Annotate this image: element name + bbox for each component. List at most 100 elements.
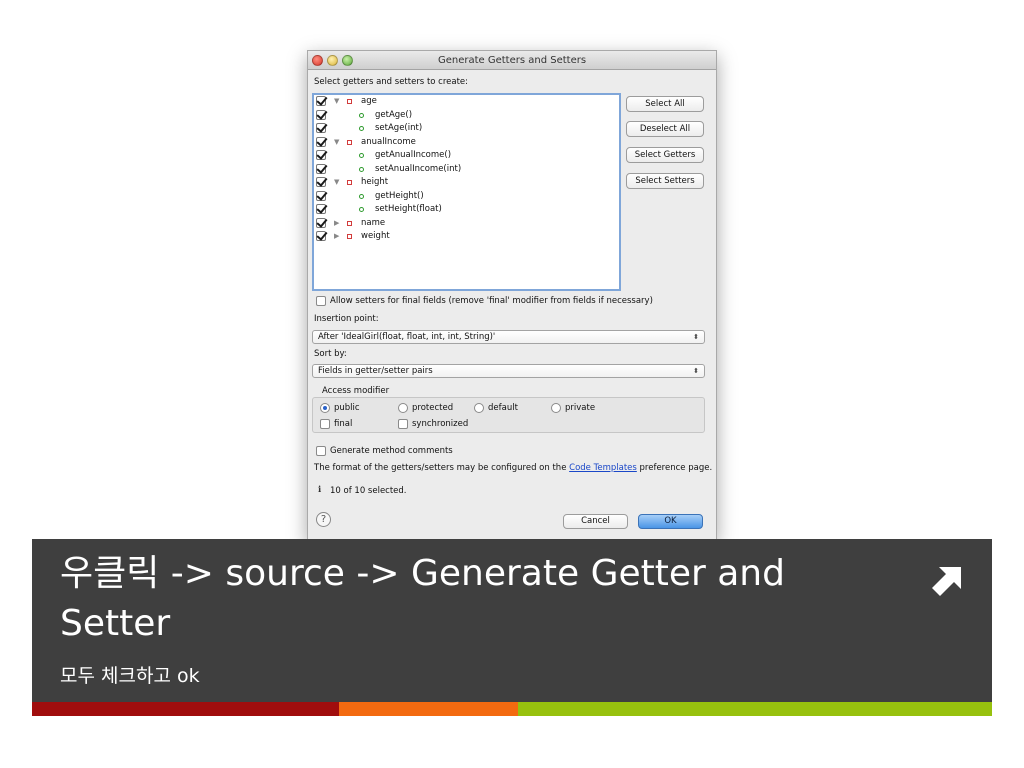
select-all-button[interactable]: Select All xyxy=(626,96,704,112)
member-label: getHeight() xyxy=(375,190,424,201)
stripe-orange xyxy=(339,702,518,716)
generate-comments-label: Generate method comments xyxy=(330,446,453,456)
select-arrows-icon: ⬍ xyxy=(693,367,699,375)
member-checkbox[interactable] xyxy=(316,136,326,147)
tree-field-row[interactable]: ▼ anualIncome xyxy=(314,136,619,150)
default-label: default xyxy=(488,403,518,413)
protected-label: protected xyxy=(412,403,454,413)
public-label: public xyxy=(334,403,360,413)
member-checkbox[interactable] xyxy=(316,123,326,133)
tree-rows: ▼ age getAge() setAge(int) ▼ anualIncome getAn… xyxy=(314,95,619,244)
selection-status: 10 of 10 selected. xyxy=(330,486,407,496)
generate-comments-checkbox[interactable] xyxy=(316,446,326,456)
select-getters-button[interactable]: Select Getters xyxy=(626,147,704,163)
public-method-icon xyxy=(359,126,364,131)
cancel-button[interactable]: Cancel xyxy=(563,514,628,529)
member-label: setAge(int) xyxy=(375,123,423,133)
code-templates-link[interactable]: Code Templates xyxy=(569,463,637,473)
format-note: The format of the getters/setters may be… xyxy=(314,463,712,473)
protected-radio[interactable] xyxy=(398,403,408,413)
caption-headline: 우클릭 -> source -> Generate Getter and Set… xyxy=(60,553,785,644)
allow-final-checkbox[interactable] xyxy=(316,296,326,306)
final-label: final xyxy=(334,419,353,429)
tree-method-row[interactable]: getHeight() xyxy=(314,190,619,204)
synchronized-checkbox[interactable] xyxy=(398,419,408,429)
sort-by-value: Fields in getter/setter pairs xyxy=(318,366,433,376)
member-label: getAge() xyxy=(375,109,413,120)
help-button[interactable]: ? xyxy=(316,512,331,527)
final-checkbox[interactable] xyxy=(320,419,330,429)
member-label: anualIncome xyxy=(361,136,416,147)
insertion-point-select[interactable]: After 'IdealGirl(float, float, int, int,… xyxy=(312,330,705,344)
member-label: getAnualIncome() xyxy=(375,150,452,160)
private-field-icon xyxy=(347,234,352,239)
select-arrows-icon: ⬍ xyxy=(693,333,699,341)
stripe-red xyxy=(32,702,339,716)
member-label: setAnualIncome(int) xyxy=(375,163,462,174)
collapsed-twistie-icon[interactable]: ▶ xyxy=(334,217,339,231)
member-checkbox[interactable] xyxy=(316,177,326,187)
select-prompt: Select getters and setters to create: xyxy=(314,77,469,87)
tree-field-row[interactable]: ▶ weight xyxy=(314,230,619,244)
expanded-twistie-icon[interactable]: ▼ xyxy=(334,95,339,109)
private-label: private xyxy=(565,403,596,413)
member-label: weight xyxy=(361,231,390,241)
member-checkbox[interactable] xyxy=(316,231,326,241)
private-field-icon xyxy=(347,99,352,104)
public-method-icon xyxy=(359,166,364,172)
deselect-all-button[interactable]: Deselect All xyxy=(626,121,704,137)
collapsed-twistie-icon[interactable]: ▶ xyxy=(334,230,339,244)
member-label: setHeight(float) xyxy=(375,204,442,214)
tree-method-row[interactable]: getAge() xyxy=(314,109,619,123)
private-field-icon xyxy=(347,220,352,226)
tree-method-row[interactable]: setAnualIncome(int) xyxy=(314,163,619,177)
private-radio[interactable] xyxy=(551,403,561,413)
arrow-up-right-icon xyxy=(932,567,961,596)
ok-button[interactable]: OK xyxy=(638,514,703,529)
public-method-icon xyxy=(359,112,364,118)
close-window-button[interactable] xyxy=(312,55,323,66)
allow-final-label: Allow setters for final fields (remove '… xyxy=(330,296,653,306)
member-label: age xyxy=(361,96,377,106)
synchronized-label: synchronized xyxy=(412,419,469,429)
public-method-icon xyxy=(359,193,364,199)
default-radio[interactable] xyxy=(474,403,484,413)
tree-field-row[interactable]: ▶ name xyxy=(314,217,619,231)
select-setters-button[interactable]: Select Setters xyxy=(626,173,704,189)
member-checkbox[interactable] xyxy=(316,96,326,106)
public-method-icon xyxy=(359,207,364,212)
expanded-twistie-icon[interactable]: ▼ xyxy=(334,136,339,150)
dialog-title: Generate Getters and Setters xyxy=(437,55,587,66)
member-label: height xyxy=(361,177,389,187)
member-checkbox[interactable] xyxy=(316,190,326,201)
member-checkbox[interactable] xyxy=(316,204,326,214)
minimize-window-button[interactable] xyxy=(327,55,338,66)
tree-method-row[interactable]: setAge(int) xyxy=(314,122,619,136)
member-checkbox[interactable] xyxy=(316,109,326,120)
info-icon: i xyxy=(318,485,322,495)
tree-field-row[interactable]: ▼ height xyxy=(314,176,619,190)
zoom-window-button[interactable] xyxy=(342,55,353,66)
member-label: name xyxy=(361,217,386,228)
private-field-icon xyxy=(347,180,352,185)
members-tree[interactable]: ▼ age getAge() setAge(int) ▼ anualIncome getAn… xyxy=(312,93,621,291)
expanded-twistie-icon[interactable]: ▼ xyxy=(334,176,339,190)
tree-field-row[interactable]: ▼ age xyxy=(314,95,619,109)
member-checkbox[interactable] xyxy=(316,150,326,160)
member-checkbox[interactable] xyxy=(316,163,326,174)
sort-by-label: Sort by: xyxy=(314,349,347,359)
stripe-green xyxy=(518,702,992,716)
public-radio[interactable] xyxy=(320,403,330,413)
sort-by-select[interactable]: Fields in getter/setter pairs ⬍ xyxy=(312,364,705,378)
private-field-icon xyxy=(347,139,352,145)
member-checkbox[interactable] xyxy=(316,217,326,228)
tree-method-row[interactable]: setHeight(float) xyxy=(314,203,619,217)
insertion-point-label: Insertion point: xyxy=(314,314,379,324)
caption-banner: 우클릭 -> source -> Generate Getter and Set… xyxy=(32,539,992,702)
format-note-prefix: The format of the getters/setters may be… xyxy=(314,463,567,473)
format-note-suffix: preference page. xyxy=(639,463,713,473)
dialog-titlebar: Generate Getters and Setters xyxy=(308,51,716,70)
window-controls xyxy=(312,55,353,66)
access-modifier-group: public protected default private final s… xyxy=(312,397,705,433)
tree-method-row[interactable]: getAnualIncome() xyxy=(314,149,619,163)
